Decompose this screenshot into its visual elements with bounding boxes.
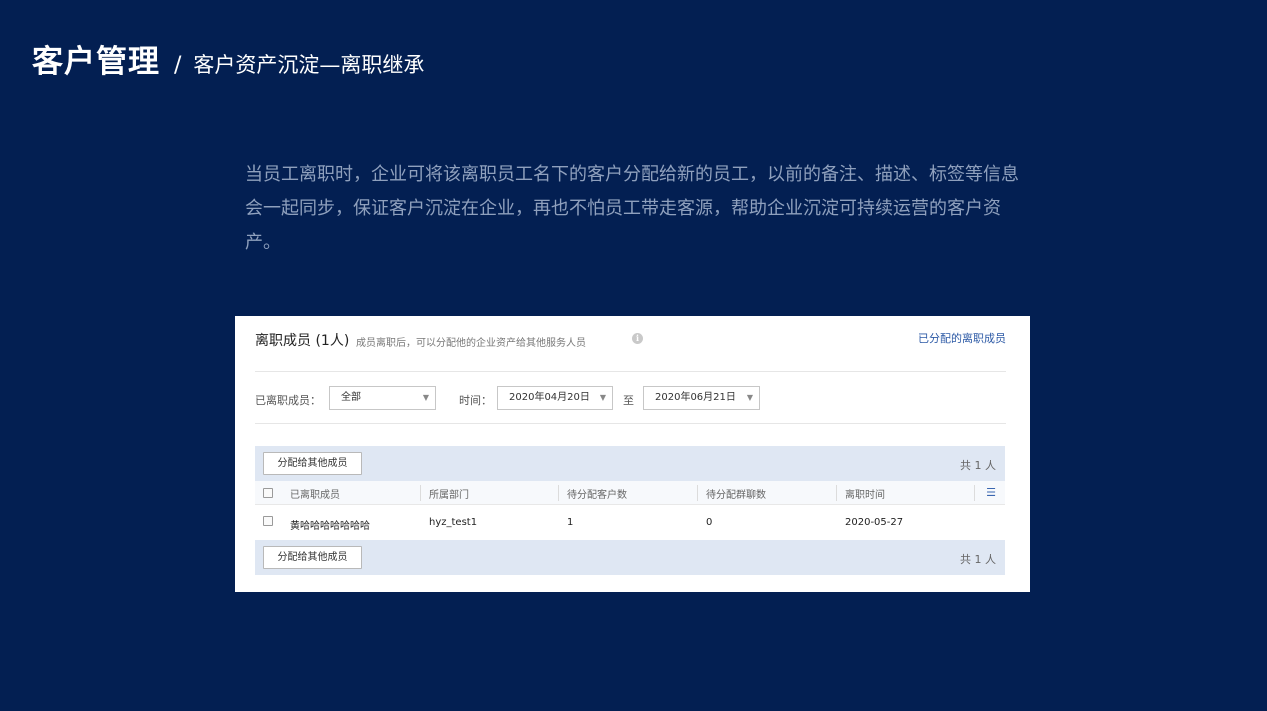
column-divider bbox=[697, 485, 698, 501]
assign-to-others-button[interactable]: 分配给其他成员 bbox=[263, 452, 362, 475]
chevron-down-icon: ▼ bbox=[422, 393, 429, 402]
member-department: hyz_test1 bbox=[429, 517, 478, 528]
chevron-down-icon: ▼ bbox=[599, 393, 606, 402]
start-date-value: 2020年04月20日 bbox=[509, 392, 590, 403]
column-divider bbox=[974, 485, 975, 501]
resign-date: 2020-05-27 bbox=[845, 517, 904, 528]
member-select-value: 全部 bbox=[341, 392, 361, 403]
panel-note: 成员离职后，可以分配他的企业资产给其他服务人员 bbox=[356, 338, 586, 349]
column-header-customers: 待分配客户数 bbox=[567, 490, 627, 501]
column-divider bbox=[558, 485, 559, 501]
chevron-down-icon: ▼ bbox=[746, 393, 753, 402]
intro-paragraph: 当员工离职时，企业可将该离职员工名下的客户分配给新的员工，以前的备注、描述、标签… bbox=[245, 164, 1019, 253]
resigned-members-panel: 离职成员 (1人) 成员离职后，可以分配他的企业资产给其他服务人员 i 已分配的… bbox=[235, 316, 1030, 592]
column-divider bbox=[420, 485, 421, 501]
row-checkbox[interactable] bbox=[263, 516, 273, 526]
end-date-select[interactable]: 2020年06月21日 ▼ bbox=[643, 386, 760, 410]
member-select[interactable]: 全部 ▼ bbox=[329, 386, 436, 410]
panel-title: 离职成员 (1人) bbox=[255, 333, 350, 349]
to-label: 至 bbox=[623, 394, 634, 407]
table-row: 黄哈哈哈哈哈哈哈 hyz_test1 1 0 2020-05-27 bbox=[255, 506, 1005, 540]
column-settings-icon[interactable]: ☰ bbox=[986, 486, 996, 499]
member-filter-label: 已离职成员： bbox=[255, 394, 321, 407]
table-header: 已离职成员 所属部门 待分配客户数 待分配群聊数 离职时间 ☰ bbox=[255, 481, 1005, 505]
title-separator: / bbox=[174, 53, 182, 78]
assigned-members-link[interactable]: 已分配的离职成员 bbox=[918, 330, 1006, 346]
filter-row: 已离职成员： 全部 ▼ 时间： 2020年04月20日 ▼ 至 2020年06月… bbox=[255, 373, 1006, 424]
info-icon[interactable]: i bbox=[632, 333, 643, 344]
column-header-date: 离职时间 bbox=[845, 490, 885, 501]
pending-customers: 1 bbox=[567, 517, 574, 528]
select-all-checkbox[interactable] bbox=[263, 488, 273, 498]
action-bar-bottom: 分配给其他成员 共 1 人 bbox=[255, 540, 1005, 575]
pending-groups: 0 bbox=[706, 517, 713, 528]
panel-header: 离职成员 (1人) 成员离职后，可以分配他的企业资产给其他服务人员 i 已分配的… bbox=[255, 328, 1006, 372]
start-date-select[interactable]: 2020年04月20日 ▼ bbox=[497, 386, 613, 410]
end-date-value: 2020年06月21日 bbox=[655, 392, 736, 403]
member-count: 共 1 人 bbox=[960, 553, 996, 566]
member-name: 黄哈哈哈哈哈哈哈 bbox=[290, 521, 370, 532]
column-header-groups: 待分配群聊数 bbox=[706, 490, 766, 501]
page-subtitle: 客户资产沉淀—离职继承 bbox=[193, 53, 425, 77]
action-bar-top: 分配给其他成员 共 1 人 bbox=[255, 446, 1005, 481]
page-title: 客户管理 bbox=[32, 44, 160, 80]
column-divider bbox=[836, 485, 837, 501]
slide-header: 客户管理 / 客户资产沉淀—离职继承 bbox=[32, 36, 424, 81]
member-count: 共 1 人 bbox=[960, 459, 996, 472]
column-header-department: 所属部门 bbox=[429, 490, 469, 501]
column-header-member: 已离职成员 bbox=[290, 490, 340, 501]
time-filter-label: 时间： bbox=[459, 394, 492, 407]
assign-to-others-button[interactable]: 分配给其他成员 bbox=[263, 546, 362, 569]
